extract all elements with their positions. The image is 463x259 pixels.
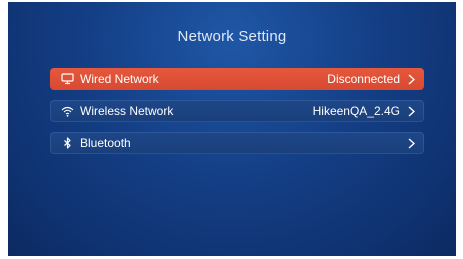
menu-item-label: Wired Network xyxy=(80,72,159,86)
menu-item-label: Bluetooth xyxy=(80,136,131,150)
menu-item-label: Wireless Network xyxy=(80,104,174,118)
chevron-right-icon xyxy=(406,73,416,85)
menu-item-wireless-network[interactable]: Wireless Network HikeenQA_2.4G xyxy=(50,100,424,122)
monitor-icon xyxy=(60,72,74,86)
wifi-icon xyxy=(60,104,74,118)
menu-item-wired-network[interactable]: Wired Network Disconnected xyxy=(50,68,424,90)
chevron-right-icon xyxy=(406,137,416,149)
menu-item-value: HikeenQA_2.4G xyxy=(312,104,400,118)
bluetooth-icon xyxy=(60,136,74,150)
page-title: Network Setting xyxy=(177,28,287,45)
menu-item-value: Disconnected xyxy=(327,72,400,86)
network-setting-screen: Network Setting Wired Network Disconnect… xyxy=(8,2,456,256)
chevron-right-icon xyxy=(406,105,416,117)
menu-item-bluetooth[interactable]: Bluetooth xyxy=(50,132,424,154)
